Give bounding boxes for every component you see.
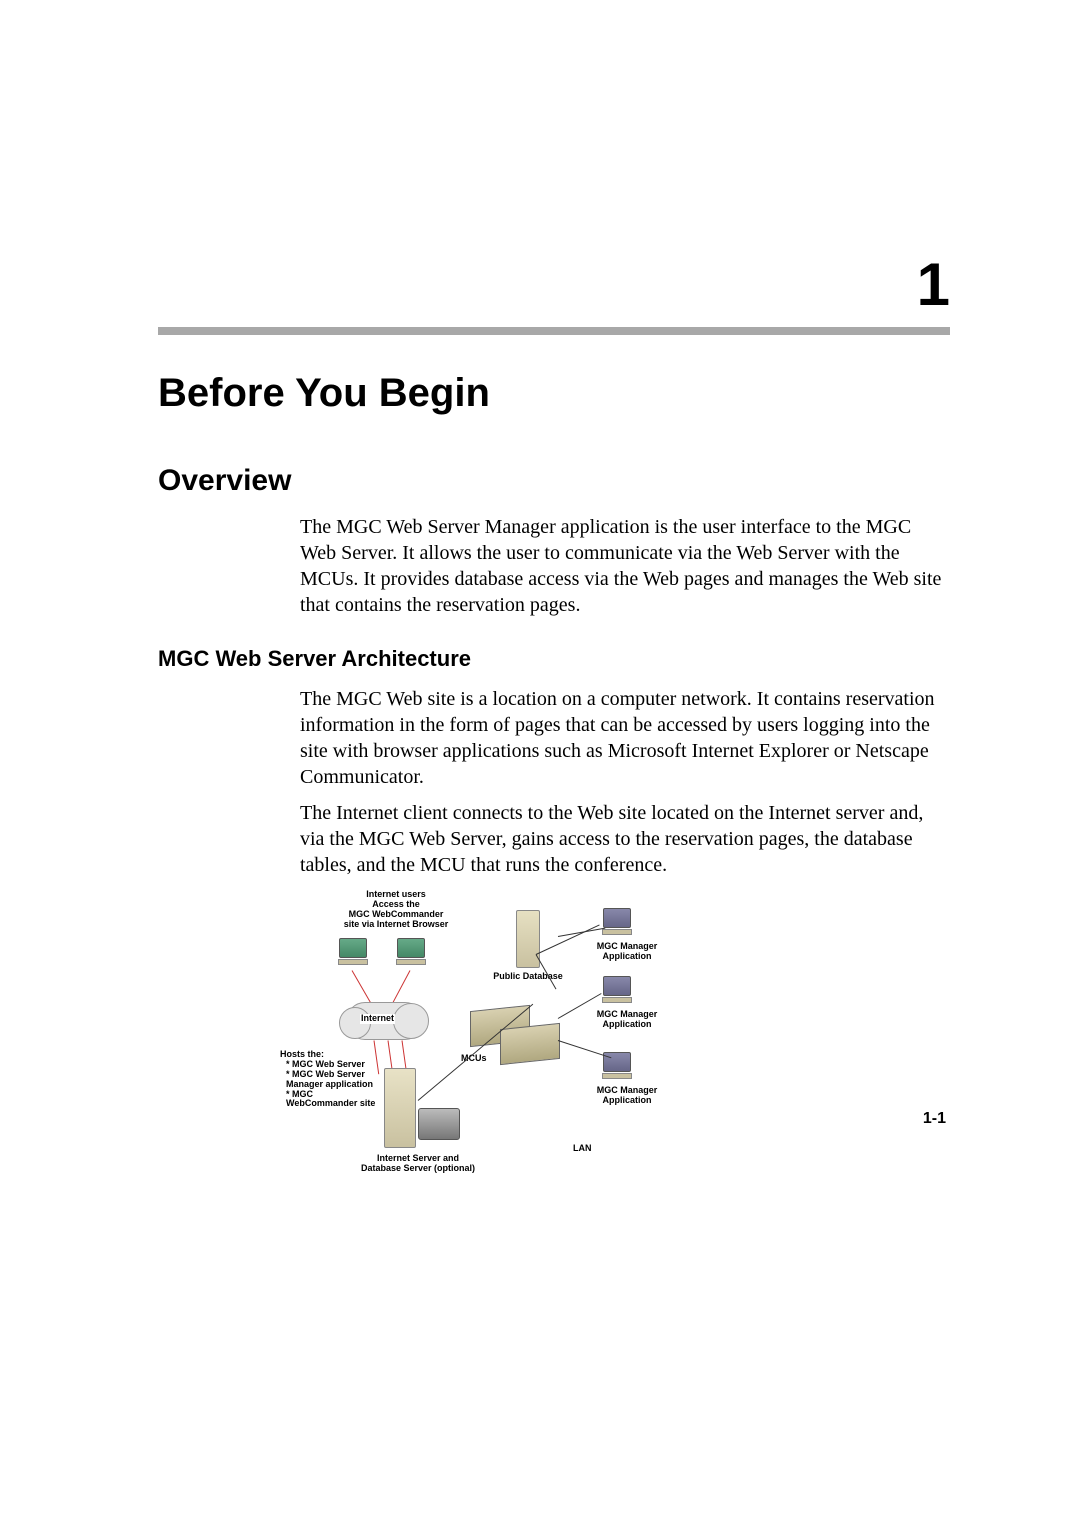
mcu-icon — [500, 1023, 560, 1065]
lan-line — [558, 928, 605, 937]
connection-line — [391, 970, 411, 1006]
public-database-icon — [516, 910, 540, 968]
diagram-label-mgc-manager: MGC Manager Application — [584, 1086, 670, 1106]
diagram-label-internet-users: Internet users Access the MGC WebCommand… — [336, 890, 456, 930]
diagram-label-hosts: Hosts the: * MGC Web Server * MGC Web Se… — [280, 1050, 380, 1109]
diagram-label-lan: LAN — [572, 1144, 593, 1154]
diagram-label-mgc-manager: MGC Manager Application — [584, 1010, 670, 1030]
architecture-paragraph-2: The Internet client connects to the Web … — [300, 800, 950, 878]
lan-line — [558, 1040, 612, 1058]
overview-paragraph: The MGC Web Server Manager application i… — [300, 514, 950, 618]
diagram-label-internet: Internet — [360, 1014, 395, 1024]
manager-pc-icon — [600, 976, 634, 1006]
section-overview-title: Overview — [158, 464, 950, 498]
diagram-label-public-database: Public Database — [476, 972, 580, 982]
client-pc-icon — [394, 938, 428, 968]
diagram-label-mgc-manager: MGC Manager Application — [584, 942, 670, 962]
internet-server-icon — [384, 1068, 416, 1148]
page-number: 1-1 — [923, 1110, 946, 1128]
chapter-number: 1 — [158, 250, 950, 319]
chapter-title: Before You Begin — [158, 371, 950, 416]
client-pc-icon — [336, 938, 370, 968]
architecture-paragraph-1: The MGC Web site is a location on a comp… — [300, 686, 950, 790]
server-monitor-icon — [418, 1108, 460, 1140]
chapter-rule — [158, 327, 950, 335]
subsection-architecture-title: MGC Web Server Architecture — [158, 646, 950, 672]
architecture-diagram: Internet users Access the MGC WebCommand… — [300, 890, 820, 1180]
diagram-label-internet-server: Internet Server and Database Server (opt… — [348, 1154, 488, 1174]
manager-pc-icon — [600, 908, 634, 938]
